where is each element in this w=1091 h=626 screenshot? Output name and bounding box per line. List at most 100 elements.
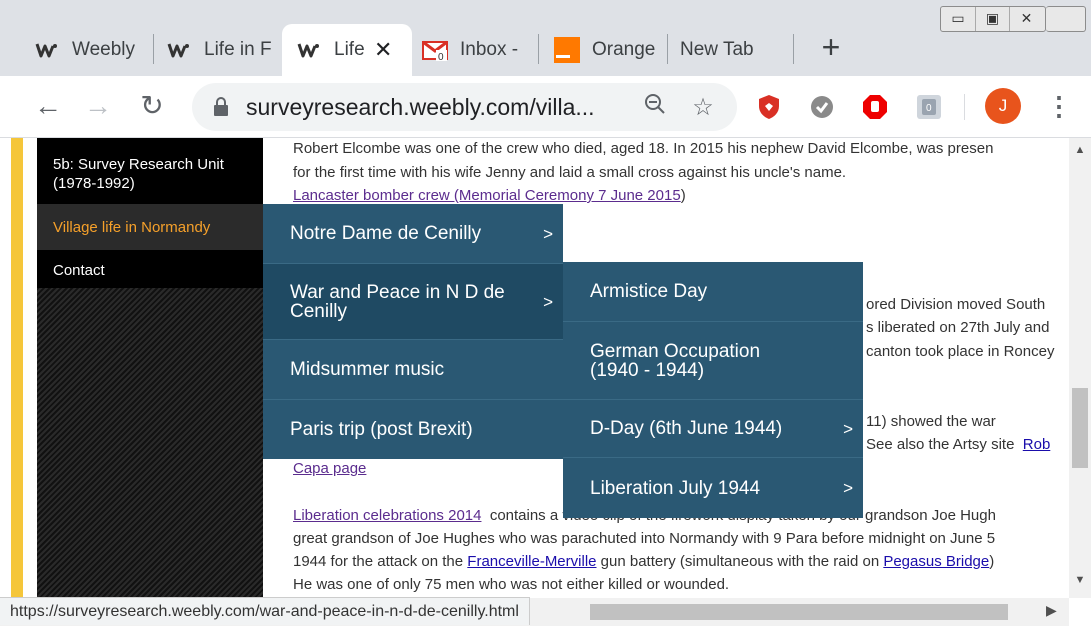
counter-extension-icon[interactable]: 0 <box>914 92 944 122</box>
menu-item-label: Midsummer music <box>290 359 445 380</box>
close-icon[interactable]: ✕ <box>374 37 392 63</box>
sidebar-item-survey-research-unit[interactable]: 5b: Survey Research Unit (1978-1992) <box>53 155 253 193</box>
tab-life-in[interactable]: Life in F <box>152 24 276 76</box>
text-fragment: 1944 for the attack on the <box>293 553 468 570</box>
paragraph-line: Capa page <box>293 458 366 480</box>
zoom-icon[interactable] <box>640 93 670 123</box>
liberation-celebrations-link[interactable]: Liberation celebrations 2014 <box>293 507 481 524</box>
paragraph-line: great grandson of Joe Hughes who was par… <box>293 530 996 547</box>
paragraph-line: s liberated on 27th July and <box>866 319 1050 336</box>
sidebar-item-village-life[interactable]: Village life in Normandy <box>53 218 210 237</box>
more-menu-icon[interactable]: ⋮ <box>1046 88 1072 124</box>
new-tab-button[interactable]: + <box>815 30 847 66</box>
capa-page-link[interactable]: Capa page <box>293 460 366 477</box>
chevron-right-icon: > <box>543 292 553 311</box>
tab-new-tab[interactable]: New Tab <box>666 24 790 76</box>
tab-weebly[interactable]: Weebly <box>20 24 150 76</box>
scroll-down-arrow-icon[interactable]: ▼ <box>1069 574 1091 592</box>
tab-inbox[interactable]: 0 Inbox - <box>408 24 532 76</box>
menu-item-label: German Occupation (1940 - 1944) <box>590 340 761 381</box>
minimize-icon[interactable]: ▭ <box>941 7 975 31</box>
menu-item-label: War and Peace in N D de Cenilly <box>290 281 505 322</box>
window-close-button[interactable] <box>1046 6 1086 32</box>
chevron-right-icon: > <box>843 478 853 498</box>
toolbar-divider <box>964 94 965 120</box>
menu-item-armistice-day[interactable]: Armistice Day <box>563 262 863 322</box>
address-bar[interactable]: surveyresearch.weebly.com/villa... ☆ <box>192 83 737 131</box>
menu-item-label: D-Day (6th June 1944) <box>590 418 783 439</box>
paragraph-line: See also the Artsy site Rob <box>866 434 1050 456</box>
paragraph-line: canton took place in Roncey <box>866 343 1055 360</box>
tab-strip: Weebly Life in F Life ✕ 0 Inbox - Orange… <box>0 0 1091 76</box>
check-extension-icon[interactable] <box>807 92 837 122</box>
menu-item-liberation-july[interactable]: Liberation July 1944 > <box>563 458 863 518</box>
lock-icon <box>212 97 230 117</box>
paragraph-line: for the first time with his wife Jenny a… <box>293 164 847 181</box>
menu-item-paris-trip[interactable]: Paris trip (post Brexit) <box>263 400 563 459</box>
tab-title: Life in F <box>204 39 272 60</box>
weebly-logo-icon <box>296 37 322 63</box>
menu-item-war-and-peace[interactable]: War and Peace in N D de Cenilly > <box>263 264 563 340</box>
paragraph-line: He was one of only 75 men who was not ei… <box>293 576 730 593</box>
tab-separator <box>538 34 539 64</box>
weebly-logo-icon <box>34 37 60 63</box>
menu-item-label: Paris trip (post Brexit) <box>290 419 473 440</box>
browser-toolbar: ← → ↻ surveyresearch.weebly.com/villa...… <box>0 76 1091 138</box>
page-viewport: 5b: Survey Research Unit (1978-1992) Vil… <box>0 138 1091 626</box>
lancaster-link[interactable]: Lancaster bomber crew (Memorial Ceremony… <box>293 187 681 204</box>
sidebar-pattern <box>37 288 263 598</box>
scroll-right-arrow-icon[interactable]: ▶ <box>1046 602 1057 619</box>
franceville-merville-link[interactable]: Franceville-Merville <box>467 553 596 570</box>
scrollbar-thumb[interactable] <box>590 604 1008 620</box>
tab-title: Inbox - <box>460 39 519 60</box>
url-text: surveyresearch.weebly.com/villa... <box>246 94 595 120</box>
window-controls: ▭ ▣ ✕ <box>940 6 1046 32</box>
decorative-stripe <box>23 138 37 598</box>
tab-separator <box>793 34 794 64</box>
maximize-icon[interactable]: ▣ <box>975 7 1009 31</box>
menu-item-midsummer-music[interactable]: Midsummer music <box>263 340 563 400</box>
vertical-scrollbar[interactable]: ▲ ▼ <box>1069 138 1091 598</box>
scrollbar-thumb[interactable] <box>1072 388 1088 468</box>
pegasus-bridge-link[interactable]: Pegasus Bridge <box>883 553 989 570</box>
rob-link[interactable]: Rob <box>1023 436 1051 453</box>
chevron-right-icon: > <box>543 224 553 243</box>
text-fragment: See also the Artsy site <box>866 436 1015 453</box>
shield-extension-icon[interactable] <box>754 92 784 122</box>
tab-title: New Tab <box>680 39 754 60</box>
reload-icon[interactable]: ↻ <box>134 88 170 124</box>
site-sidebar: 5b: Survey Research Unit (1978-1992) Vil… <box>37 138 263 598</box>
orange-logo-icon <box>554 37 580 63</box>
close-window-icon[interactable]: ✕ <box>1009 7 1043 31</box>
menu-item-label: Liberation July 1944 <box>590 477 761 499</box>
gmail-icon: 0 <box>422 37 448 63</box>
chevron-right-icon: > <box>843 419 853 438</box>
flyout-menu-level-2: Armistice Day German Occupation (1940 - … <box>563 262 863 518</box>
back-arrow-icon[interactable]: ← <box>30 88 66 124</box>
tab-title: Weebly <box>72 39 136 60</box>
paragraph-line: ored Division moved South <box>866 296 1046 313</box>
paragraph-line: 1944 for the attack on the Franceville-M… <box>293 551 994 573</box>
scroll-up-arrow-icon[interactable]: ▲ <box>1069 144 1091 162</box>
sidebar-item-contact[interactable]: Contact <box>53 261 105 280</box>
status-bar-url: https://surveyresearch.weebly.com/war-an… <box>0 597 530 625</box>
forward-arrow-icon[interactable]: → <box>80 88 116 124</box>
menu-item-german-occupation[interactable]: German Occupation (1940 - 1944) <box>563 322 863 400</box>
paragraph-line: Robert Elcombe was one of the crew who d… <box>293 140 994 157</box>
bookmark-star-icon[interactable]: ☆ <box>688 93 718 123</box>
profile-avatar[interactable]: J <box>985 88 1021 124</box>
menu-item-d-day[interactable]: D-Day (6th June 1944) > <box>563 400 863 458</box>
flyout-menu-level-1: Notre Dame de Cenilly > War and Peace in… <box>263 204 563 459</box>
adblock-extension-icon[interactable] <box>860 92 890 122</box>
tab-title: Life <box>334 39 364 60</box>
weebly-logo-icon <box>166 37 192 63</box>
tab-orange[interactable]: Orange <box>540 24 664 76</box>
text-fragment: ) <box>680 187 686 204</box>
decorative-stripe <box>11 138 23 598</box>
menu-item-label: Armistice Day <box>590 281 708 302</box>
menu-item-notre-dame[interactable]: Notre Dame de Cenilly > <box>263 204 563 264</box>
paragraph-line: 11) showed the war <box>866 413 996 430</box>
tab-life-active[interactable]: Life ✕ <box>282 24 412 76</box>
text-fragment: ) <box>989 553 995 570</box>
svg-text:0: 0 <box>926 103 932 114</box>
